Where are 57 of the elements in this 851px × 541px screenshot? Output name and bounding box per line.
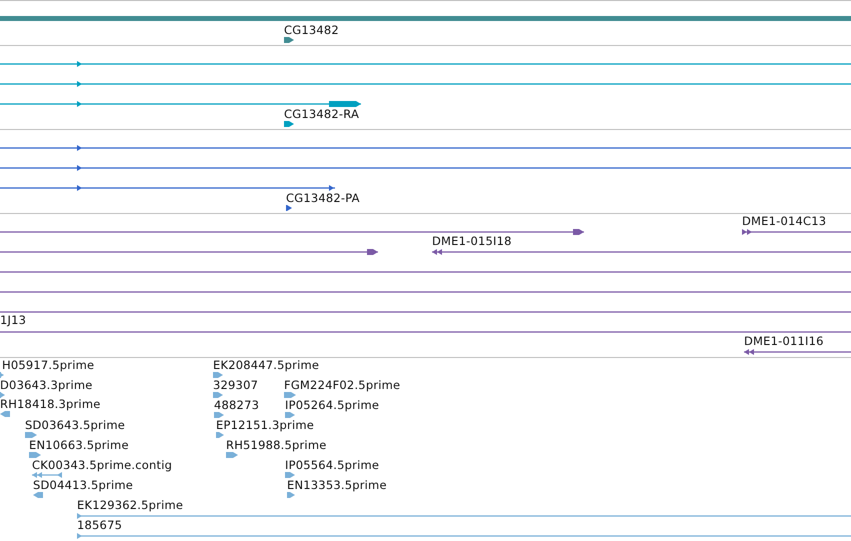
clone-feature[interactable] xyxy=(432,248,851,256)
est-feature[interactable] xyxy=(77,512,851,520)
est-feature[interactable] xyxy=(214,411,224,419)
feature-label: DME1-015I18 xyxy=(432,234,512,248)
est-feature[interactable] xyxy=(0,371,4,379)
feature-label: RH51988.5prime xyxy=(226,438,326,452)
est-feature[interactable] xyxy=(0,391,5,399)
feature-label: EN13353.5prime xyxy=(287,478,387,492)
feature-label: DME1-014C13 xyxy=(742,214,826,228)
transcript-feature[interactable] xyxy=(284,120,294,128)
protein-feature[interactable] xyxy=(0,144,851,152)
clone-feature[interactable] xyxy=(742,228,851,236)
clone-feature[interactable] xyxy=(0,228,584,236)
feature-label: IP05264.5prime xyxy=(285,398,380,412)
est-feature[interactable] xyxy=(77,532,851,540)
feature-label: 488273 xyxy=(214,398,260,412)
feature-label: 1J13 xyxy=(0,313,26,327)
feature-label: EK208447.5prime xyxy=(213,358,320,372)
est-feature[interactable] xyxy=(284,391,296,399)
protein-feature[interactable] xyxy=(0,184,335,192)
est-feature[interactable] xyxy=(287,491,295,499)
est-feature[interactable] xyxy=(29,451,41,459)
est-feature[interactable] xyxy=(285,411,295,419)
clone-feature[interactable] xyxy=(744,348,851,356)
feature-label: D03643.3prime xyxy=(0,378,93,392)
protein-feature[interactable] xyxy=(0,164,851,172)
est-feature[interactable] xyxy=(32,471,62,479)
feature-label: CG13482-RA xyxy=(284,107,360,121)
est-feature[interactable] xyxy=(213,371,223,379)
feature-label: SD04413.5prime xyxy=(33,478,134,492)
feature-label: RH18418.3prime xyxy=(0,397,100,411)
transcript-feature[interactable] xyxy=(0,100,361,108)
feature-label: IP05564.5prime xyxy=(285,458,380,472)
feature-label: EN10663.5prime xyxy=(29,438,129,452)
protein-feature[interactable] xyxy=(286,204,292,212)
feature-label: EK129362.5prime xyxy=(77,498,184,512)
est-feature[interactable] xyxy=(33,491,43,499)
feature-label: 329307 xyxy=(213,378,258,392)
est-feature[interactable] xyxy=(226,451,238,459)
gene-feature[interactable] xyxy=(284,36,294,44)
feature-label: CK00343.5prime.contig xyxy=(32,458,172,472)
transcript-feature[interactable] xyxy=(0,60,851,68)
feature-label: CG13482-PA xyxy=(286,191,360,205)
est-feature[interactable] xyxy=(213,391,223,399)
est-feature[interactable] xyxy=(285,471,295,479)
est-feature[interactable] xyxy=(216,431,224,439)
feature-label: DME1-011I16 xyxy=(744,334,824,348)
feature-label: H05917.5prime xyxy=(2,358,94,372)
transcript-feature[interactable] xyxy=(0,80,851,88)
feature-label: CG13482 xyxy=(284,23,339,37)
feature-label: FGM224F02.5prime xyxy=(284,378,400,392)
feature-label: 185675 xyxy=(77,518,122,532)
feature-label: SD03643.5prime xyxy=(25,418,126,432)
feature-label: EP12151.3prime xyxy=(216,418,314,432)
est-feature[interactable] xyxy=(0,410,10,418)
est-feature[interactable] xyxy=(25,431,37,439)
clone-feature[interactable] xyxy=(0,248,378,256)
